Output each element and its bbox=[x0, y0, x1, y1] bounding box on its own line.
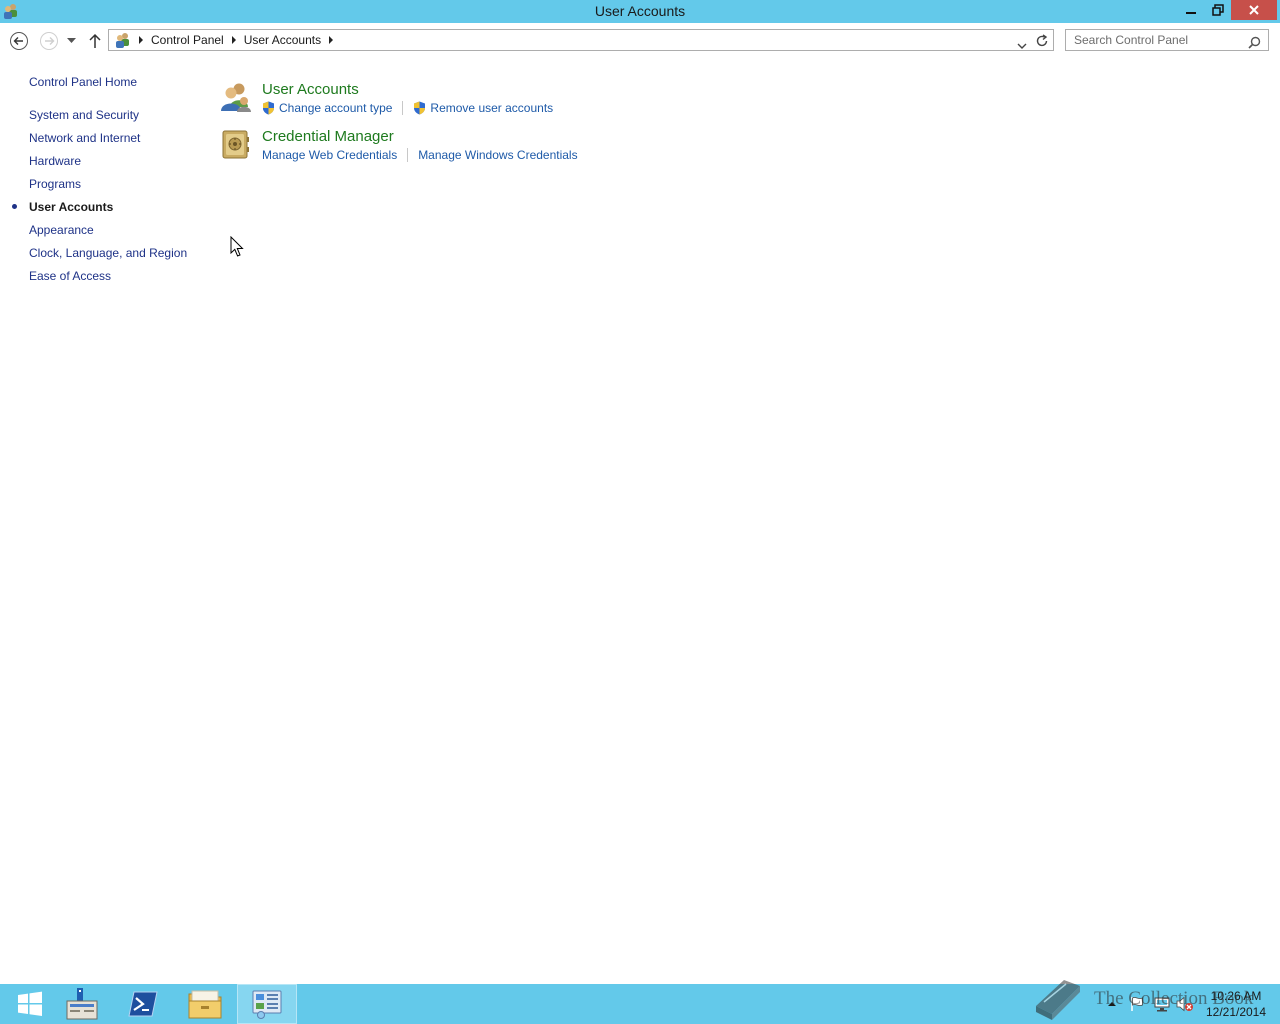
search-button[interactable] bbox=[1248, 34, 1261, 53]
vault-icon[interactable] bbox=[220, 128, 252, 160]
start-button[interactable] bbox=[0, 984, 60, 1024]
title-bar[interactable]: User Accounts bbox=[0, 0, 1280, 23]
address-history-button[interactable] bbox=[1017, 35, 1027, 54]
watermark: The Collection Book bbox=[1030, 976, 1270, 1022]
manage-windows-credentials-label: Manage Windows Credentials bbox=[418, 148, 578, 162]
link-separator bbox=[402, 101, 404, 115]
minimize-button[interactable] bbox=[1177, 0, 1205, 20]
sidebar-item-control-panel-home[interactable]: Control Panel Home bbox=[29, 75, 137, 89]
sidebar-item-ease-of-access[interactable]: Ease of Access bbox=[29, 269, 111, 283]
back-icon bbox=[10, 32, 28, 50]
manage-web-credentials-link[interactable]: Manage Web Credentials bbox=[262, 148, 397, 162]
powershell-button[interactable] bbox=[113, 984, 173, 1024]
active-item-bullet bbox=[12, 204, 17, 209]
restore-icon bbox=[1212, 4, 1224, 16]
manage-windows-credentials-link[interactable]: Manage Windows Credentials bbox=[418, 148, 577, 162]
sidebar-item-system-and-security[interactable]: System and Security bbox=[29, 108, 139, 122]
start-icon bbox=[18, 991, 42, 1016]
change-account-type-link[interactable]: Change account type bbox=[262, 101, 392, 115]
mouse-cursor-icon bbox=[230, 235, 244, 262]
breadcrumb-control-panel[interactable]: Control Panel bbox=[151, 33, 224, 47]
file-explorer-button[interactable] bbox=[175, 984, 235, 1024]
sidebar-item-programs[interactable]: Programs bbox=[29, 177, 81, 191]
sidebar-item-network-and-internet[interactable]: Network and Internet bbox=[29, 131, 140, 145]
manage-web-credentials-label: Manage Web Credentials bbox=[262, 148, 398, 162]
forward-button[interactable] bbox=[39, 31, 59, 51]
breadcrumb-separator-icon[interactable] bbox=[329, 36, 334, 44]
restore-button[interactable] bbox=[1204, 0, 1232, 20]
search-box[interactable] bbox=[1065, 29, 1269, 51]
credential-manager-links: Manage Web Credentials Manage Windows Cr… bbox=[262, 148, 578, 162]
breadcrumb: Control Panel User Accounts bbox=[115, 30, 342, 50]
address-bar[interactable]: Control Panel User Accounts bbox=[108, 29, 1054, 51]
close-button[interactable] bbox=[1231, 0, 1277, 20]
chevron-down-icon bbox=[1017, 43, 1027, 49]
recent-locations-button[interactable] bbox=[67, 38, 76, 44]
user-accounts-title-link[interactable]: User Accounts bbox=[262, 81, 359, 98]
control-panel-location-icon bbox=[116, 33, 129, 48]
up-button[interactable] bbox=[88, 33, 102, 49]
server-manager-icon bbox=[66, 988, 98, 1020]
back-button[interactable] bbox=[9, 31, 29, 51]
watermark-text: The Collection Book bbox=[1094, 988, 1254, 1009]
refresh-button[interactable] bbox=[1035, 33, 1049, 52]
remove-user-accounts-label: Remove user accounts bbox=[430, 101, 554, 115]
up-icon bbox=[89, 33, 101, 48]
refresh-icon bbox=[1036, 34, 1048, 47]
breadcrumb-user-accounts[interactable]: User Accounts bbox=[244, 33, 321, 47]
link-separator bbox=[407, 148, 409, 162]
forward-icon bbox=[40, 32, 58, 50]
file-explorer-icon bbox=[188, 990, 222, 1019]
shield-icon bbox=[414, 101, 426, 115]
sidebar-item-appearance[interactable]: Appearance bbox=[29, 223, 94, 237]
search-input[interactable] bbox=[1066, 30, 1250, 50]
remove-user-accounts-link[interactable]: Remove user accounts bbox=[413, 101, 553, 115]
book-icon bbox=[1036, 980, 1080, 1020]
sidebar-item-clock-language-region[interactable]: Clock, Language, and Region bbox=[29, 246, 187, 260]
window-title: User Accounts bbox=[594, 3, 686, 19]
server-manager-button[interactable] bbox=[52, 984, 112, 1024]
close-icon bbox=[1249, 5, 1259, 15]
credential-manager-title-link[interactable]: Credential Manager bbox=[262, 128, 394, 145]
breadcrumb-separator-icon[interactable] bbox=[231, 36, 236, 44]
control-panel-button[interactable] bbox=[237, 984, 297, 1024]
powershell-icon bbox=[128, 991, 158, 1017]
minimize-icon bbox=[1186, 12, 1196, 14]
breadcrumb-separator-icon[interactable] bbox=[139, 36, 143, 44]
change-account-type-label: Change account type bbox=[279, 101, 393, 115]
user-accounts-links: Change account type Remove user accounts bbox=[262, 101, 553, 115]
shield-icon bbox=[263, 101, 274, 115]
search-icon bbox=[1248, 36, 1261, 49]
control-panel-icon bbox=[252, 990, 282, 1019]
sidebar-item-user-accounts[interactable]: User Accounts bbox=[29, 200, 113, 214]
sidebar-item-hardware[interactable]: Hardware bbox=[29, 154, 81, 168]
recent-locations-icon bbox=[67, 38, 76, 43]
users-icon[interactable] bbox=[220, 81, 252, 113]
